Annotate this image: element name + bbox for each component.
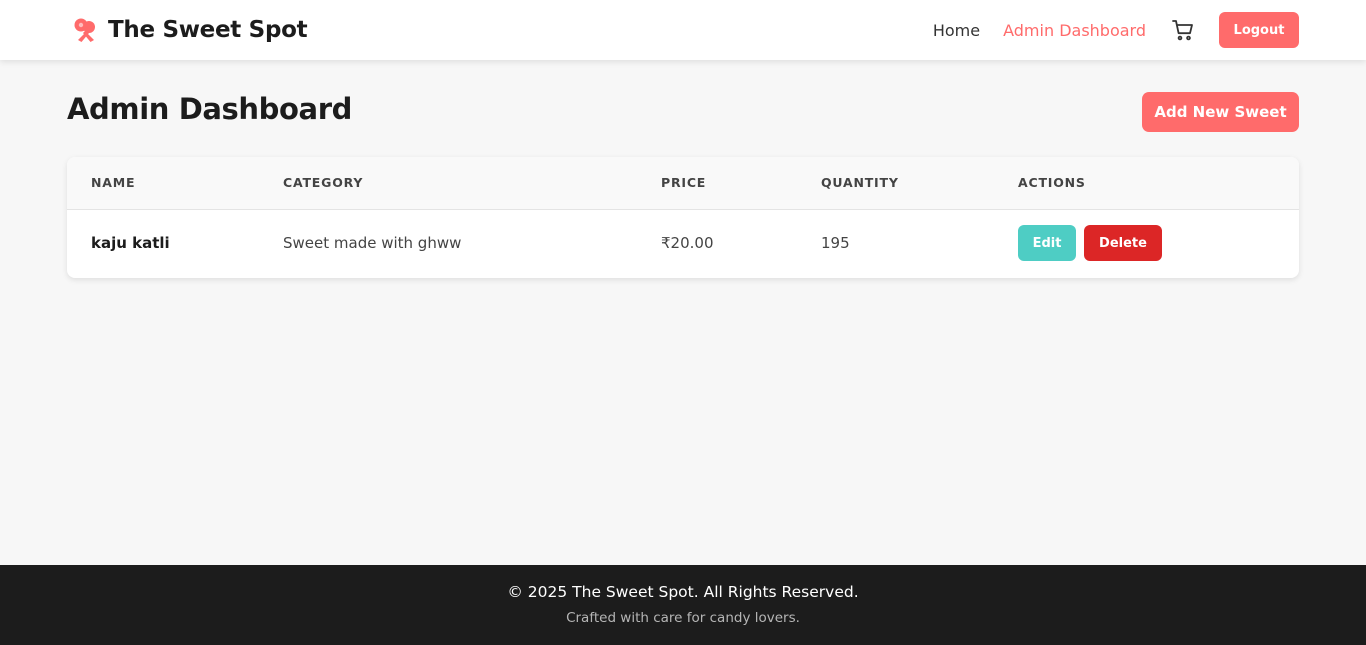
- sweet-actions-cell: Edit Delete: [994, 209, 1299, 277]
- sweets-table: Name Category Price Quantity Actions kaj…: [67, 157, 1299, 277]
- column-header-actions: Actions: [1018, 175, 1086, 191]
- logout-button[interactable]: Logout: [1219, 12, 1299, 48]
- delete-button[interactable]: Delete: [1084, 225, 1162, 262]
- row-actions: Edit Delete: [1018, 225, 1299, 262]
- column-header-category: Category: [283, 175, 364, 191]
- sweet-name-cell: kaju katli: [91, 234, 170, 253]
- footer: © 2025 The Sweet Spot. All Rights Reserv…: [0, 565, 1366, 645]
- footer-copyright: © 2025 The Sweet Spot. All Rights Reserv…: [507, 583, 859, 601]
- table-row: kaju katli Sweet made with ghww ₹20.00 1…: [67, 209, 1299, 277]
- sweet-price-cell: ₹20.00: [661, 234, 714, 253]
- cart-icon[interactable]: [1171, 18, 1195, 42]
- page-title: Admin Dashboard: [67, 92, 352, 126]
- edit-button[interactable]: Edit: [1018, 225, 1076, 262]
- brand-link[interactable]: The Sweet Spot: [72, 14, 308, 46]
- table-header-row: Name Category Price Quantity Actions: [67, 157, 1299, 209]
- footer-tagline: Crafted with care for candy lovers.: [566, 610, 800, 626]
- navbar: The Sweet Spot Home Admin Dashboard Logo…: [0, 0, 1366, 60]
- column-header-name: Name: [91, 175, 136, 191]
- table-body: kaju katli Sweet made with ghww ₹20.00 1…: [67, 209, 1299, 277]
- nav-links: Home Admin Dashboard Logout: [933, 12, 1299, 48]
- sweet-category-cell: Sweet made with ghww: [283, 234, 462, 253]
- sweet-quantity-cell: 195: [821, 234, 850, 253]
- page: The Sweet Spot Home Admin Dashboard Logo…: [0, 0, 1366, 645]
- candy-icon: [74, 18, 95, 42]
- table-header: Name Category Price Quantity Actions: [67, 157, 1299, 209]
- nav-home-link[interactable]: Home: [933, 21, 980, 40]
- sweets-table-card: Name Category Price Quantity Actions kaj…: [67, 157, 1299, 278]
- brand-name: The Sweet Spot: [108, 17, 308, 43]
- nav-admin-dashboard-link[interactable]: Admin Dashboard: [1003, 21, 1146, 40]
- add-new-sweet-button[interactable]: Add New Sweet: [1142, 92, 1299, 132]
- column-header-price: Price: [661, 175, 707, 191]
- column-header-quantity: Quantity: [821, 175, 899, 191]
